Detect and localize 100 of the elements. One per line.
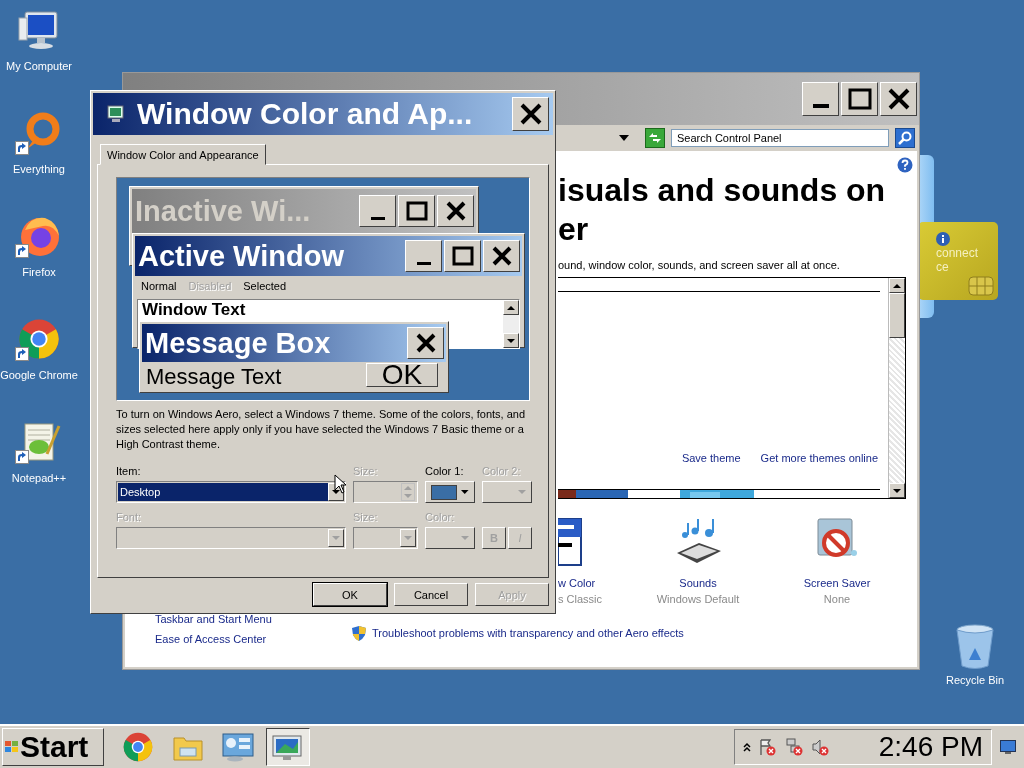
- caret-icon: [461, 490, 469, 494]
- chip-icon: [968, 276, 994, 296]
- scroll-thumb[interactable]: [889, 293, 905, 338]
- volume-muted-icon[interactable]: [811, 738, 829, 756]
- gadget-text: ce: [936, 260, 950, 274]
- caret-icon: [461, 536, 469, 540]
- close-icon: [445, 201, 466, 221]
- troubleshoot-link[interactable]: Troubleshoot problems with transparency and other Aero effects: [372, 627, 684, 639]
- caret-icon: [404, 536, 412, 540]
- caret-icon: [332, 536, 340, 540]
- caret-icon: [332, 490, 340, 494]
- computer-icon[interactable]: [17, 8, 61, 52]
- refresh-button[interactable]: [645, 128, 665, 148]
- windows-logo-icon: [5, 740, 19, 754]
- info-text: To turn on Windows Aero, select a Windows 7 theme. Some of the colors, fonts, and sizes selected here apply only if you have selected the Windows 7 Basic theme or a High Contrast theme.: [116, 407, 527, 452]
- scroll-down-button[interactable]: [503, 333, 519, 348]
- taskbar-button[interactable]: [266, 728, 310, 766]
- monitor-icon: [107, 105, 125, 123]
- dropdown-value: Desktop: [118, 483, 328, 501]
- chrome-icon: [122, 731, 154, 763]
- control-panel-icon: [221, 732, 255, 762]
- icon-label: Firefox: [22, 266, 56, 278]
- window-title: Inactive Wi...: [135, 194, 312, 228]
- clock[interactable]: 2:46 PM: [878, 731, 983, 763]
- scroll-down-button[interactable]: [889, 483, 905, 498]
- theme-link[interactable]: Get more themes online: [760, 452, 878, 464]
- minimize-icon: [812, 104, 829, 108]
- scroll-up-button[interactable]: [503, 300, 519, 315]
- window-title: Active Window: [138, 239, 345, 273]
- see-also-link[interactable]: Taskbar and Start Menu: [155, 613, 352, 625]
- close-icon: [491, 246, 512, 266]
- chevron-up-icon[interactable]: [743, 742, 751, 752]
- maximize-button[interactable]: [841, 82, 878, 116]
- show-desktop-icon[interactable]: [1000, 740, 1016, 754]
- up-arrow-icon: [893, 283, 901, 288]
- close-button[interactable]: [407, 327, 444, 359]
- icon-label: Everything: [13, 163, 65, 175]
- caret-icon: [518, 490, 526, 494]
- setting-link[interactable]: Sounds: [679, 577, 717, 589]
- shield-icon: [352, 625, 366, 641]
- network-error-icon[interactable]: [785, 738, 803, 756]
- monitor-icon: [271, 732, 305, 762]
- minimize-button[interactable]: [802, 82, 839, 116]
- down-arrow-icon: [507, 338, 515, 343]
- setting-value: Windows Default: [656, 593, 740, 605]
- page-heading: er: [558, 210, 590, 249]
- setting-value: None: [823, 593, 851, 605]
- icon-label: Notepad++: [11, 472, 67, 484]
- page-heading: isuals and sounds on: [558, 171, 887, 210]
- window-title: Window Color and Ap...: [137, 97, 474, 131]
- maximize-button[interactable]: [444, 240, 481, 272]
- menu-item[interactable]: Selected: [243, 280, 287, 292]
- search-button[interactable]: [895, 128, 915, 148]
- dropdown[interactable]: Desktop: [116, 481, 346, 503]
- setting-link[interactable]: w Color: [558, 577, 596, 589]
- color-picker[interactable]: [425, 481, 475, 503]
- window-icon[interactable]: [558, 517, 582, 567]
- see-also-link[interactable]: Ease of Access Center: [155, 633, 352, 645]
- icon-label: My Computer: [6, 60, 72, 72]
- help-icon[interactable]: [897, 157, 913, 173]
- recycle-bin-icon[interactable]: [955, 624, 995, 670]
- down-arrow-icon: [893, 488, 901, 493]
- chrome-icon[interactable]: [17, 317, 61, 361]
- close-icon: [415, 333, 436, 353]
- dropdown-arrow-icon[interactable]: [619, 135, 629, 141]
- tab[interactable]: Window Color and Appearance: [100, 144, 266, 165]
- info-icon: [936, 232, 950, 246]
- gadget-text: connect: [936, 246, 980, 260]
- maximize-icon: [847, 88, 872, 110]
- page-subtitle: ound, window color, sounds, and screen saver all at once.: [558, 259, 841, 271]
- spin-arrows-icon: [404, 486, 412, 498]
- start-button[interactable]: Start: [2, 728, 104, 766]
- setting-link[interactable]: Screen Saver: [803, 577, 871, 589]
- flag-error-icon[interactable]: [759, 738, 777, 756]
- field-label: Color 1:: [425, 465, 465, 478]
- search-icon: [898, 131, 912, 145]
- minimize-icon: [370, 216, 385, 220]
- close-button[interactable]: [880, 82, 917, 116]
- icon-label: Recycle Bin: [945, 674, 1005, 686]
- setting-value: s Classic: [558, 593, 602, 605]
- close-button[interactable]: [483, 240, 520, 272]
- menu-item[interactable]: Normal: [141, 280, 177, 292]
- scroll-up-button[interactable]: [889, 278, 905, 293]
- theme-link[interactable]: Save theme: [681, 452, 741, 464]
- minimize-button[interactable]: [405, 240, 442, 272]
- close-button[interactable]: [512, 97, 549, 131]
- dialog-button[interactable]: Cancel: [394, 583, 468, 606]
- icon-label: Google Chrome: [0, 369, 78, 381]
- field-label: Item:: [116, 465, 142, 478]
- refresh-icon: [648, 132, 662, 144]
- window-text: Window Text: [142, 300, 246, 320]
- minimize-icon: [416, 261, 431, 265]
- ok-button[interactable]: OK: [366, 363, 438, 387]
- window-title: Message Box: [145, 326, 332, 360]
- dialog-button[interactable]: OK: [313, 583, 387, 606]
- scrollbar[interactable]: [888, 278, 905, 498]
- close-icon: [887, 88, 910, 110]
- close-icon: [519, 103, 542, 125]
- message-text: Message Text: [146, 365, 282, 389]
- search-field[interactable]: Search Control Panel: [671, 129, 889, 147]
